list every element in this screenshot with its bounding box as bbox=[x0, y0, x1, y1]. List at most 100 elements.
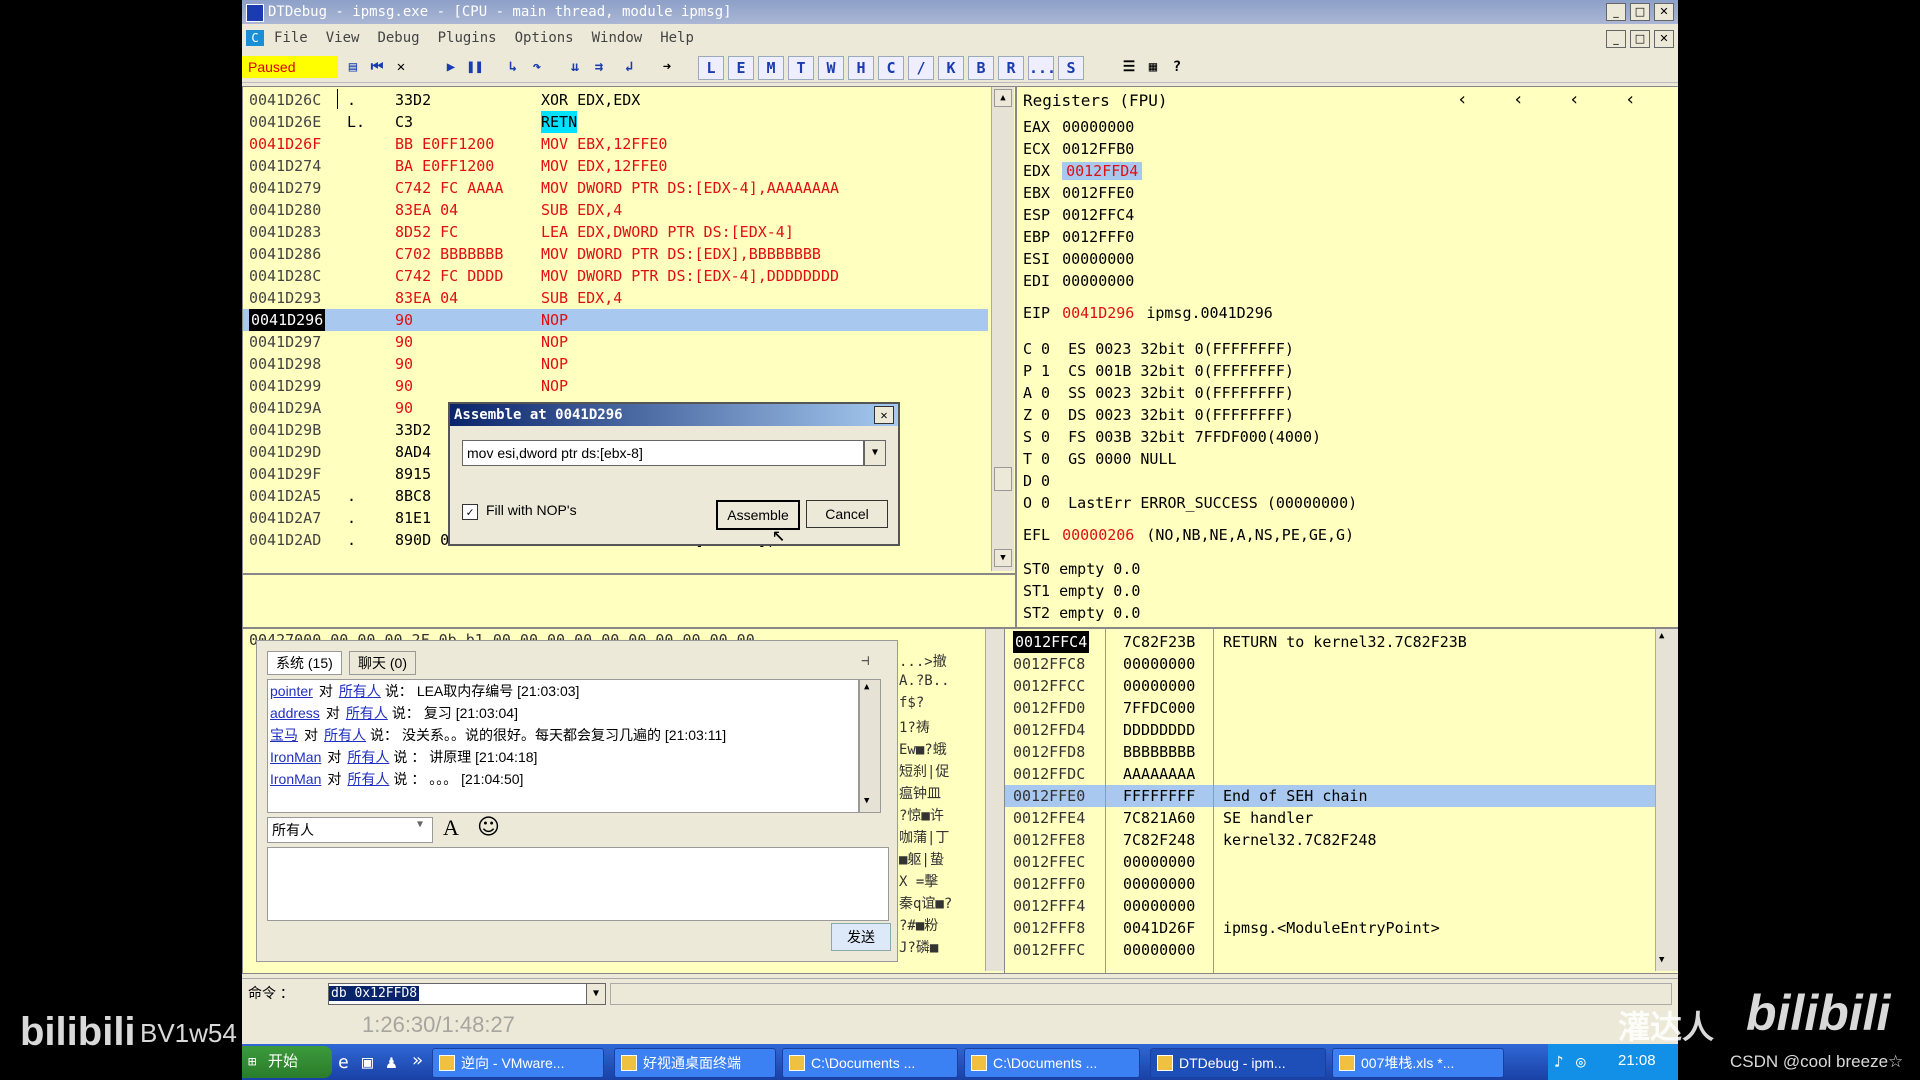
stack-row[interactable]: 0012FFCC 00000000 bbox=[1005, 675, 1655, 697]
chat-scroll-up-icon[interactable]: ▲ bbox=[864, 682, 869, 692]
toolbar-letter-button[interactable]: C bbox=[878, 56, 904, 80]
flag-row[interactable]: P 1 CS 001B 32bit 0(FFFFFFFF) bbox=[1023, 361, 1294, 381]
stack-scroll-up-icon[interactable]: ▲ bbox=[1659, 631, 1664, 641]
stack-row[interactable]: 0012FFD4 DDDDDDDD bbox=[1005, 719, 1655, 741]
chat-sender-link[interactable]: IronMan bbox=[270, 749, 321, 765]
cancel-button[interactable]: Cancel bbox=[806, 500, 888, 528]
flag-row[interactable]: T 0 GS 0000 NULL bbox=[1023, 449, 1177, 469]
flag-row[interactable]: A 0 SS 0023 32bit 0(FFFFFFFF) bbox=[1023, 383, 1294, 403]
menu-item[interactable]: View bbox=[326, 26, 360, 50]
tab-system[interactable]: 系统 (15) bbox=[267, 651, 342, 675]
chat-sender-link[interactable]: 宝马 bbox=[270, 727, 298, 743]
run-icon[interactable]: ▶ bbox=[440, 56, 462, 78]
disassembly-row[interactable]: 0041D298 90 NOP bbox=[243, 353, 988, 375]
disassembly-row[interactable]: 0041D283 8D52 FC LEA EDX,DWORD PTR DS:[EDX… bbox=[243, 221, 988, 243]
toolbar-letter-button[interactable]: H bbox=[848, 56, 874, 80]
close-program-icon[interactable]: ✕ bbox=[390, 56, 412, 78]
fill-nops-checkbox[interactable]: ✓ bbox=[462, 504, 478, 520]
register-row[interactable]: EBX 0012FFE0 bbox=[1023, 183, 1134, 203]
command-dropdown-icon[interactable]: ▼ bbox=[586, 983, 606, 1005]
tab-chat[interactable]: 聊天 (0) bbox=[349, 651, 416, 675]
register-row[interactable]: EBP 0012FFF0 bbox=[1023, 227, 1134, 247]
flag-row[interactable]: S 0 FS 003B 32bit 7FFDF000(4000) bbox=[1023, 427, 1321, 447]
scroll-thumb[interactable] bbox=[994, 467, 1012, 491]
chat-target-link[interactable]: 所有人 bbox=[347, 749, 389, 765]
qq-icon[interactable]: ♟ bbox=[386, 1052, 397, 1073]
disassembly-row[interactable]: 0041D28C C742 FC DDDD MOV DWORD PTR DS:[ED… bbox=[243, 265, 988, 287]
stack-row[interactable]: 0012FFE8 7C82F248 kernel32.7C82F248 bbox=[1005, 829, 1655, 851]
taskbar-button[interactable]: DTDebug - ipm... bbox=[1150, 1048, 1326, 1078]
disassembly-row[interactable]: 0041D299 90 NOP bbox=[243, 375, 988, 397]
trace-into-icon[interactable]: ⇊ bbox=[564, 56, 586, 78]
register-row[interactable]: EDI 00000000 bbox=[1023, 271, 1134, 291]
speaker-icon[interactable]: ♪ bbox=[1554, 1052, 1564, 1071]
registers-pane[interactable]: Registers (FPU) ‹ ‹ ‹ ‹ EAX 00000000 ECX 00… bbox=[1016, 86, 1678, 628]
toolbar-letter-button[interactable]: M bbox=[758, 56, 784, 80]
step-into-icon[interactable]: ↳ bbox=[502, 56, 524, 78]
chat-sender-link[interactable]: address bbox=[270, 705, 320, 721]
chat-target-link[interactable]: 所有人 bbox=[339, 683, 381, 699]
more-icon[interactable]: » bbox=[412, 1050, 423, 1071]
menu-item[interactable]: Help bbox=[660, 26, 694, 50]
child-restore-button[interactable]: □ bbox=[1630, 30, 1650, 48]
menu-item[interactable]: Window bbox=[592, 26, 643, 50]
flag-row[interactable]: D 0 bbox=[1023, 471, 1050, 491]
stack-row[interactable]: 0012FFC8 00000000 bbox=[1005, 653, 1655, 675]
toolbar-letter-button[interactable]: K bbox=[938, 56, 964, 80]
assemble-button[interactable]: Assemble bbox=[716, 500, 800, 530]
register-row[interactable]: ECX 0012FFB0 bbox=[1023, 139, 1134, 159]
pause-icon[interactable]: ❚❚ bbox=[464, 56, 486, 78]
chat-message-input[interactable] bbox=[267, 847, 889, 921]
efl-row[interactable]: EFL 00000206 (NO,NB,NE,A,NS,PE,GE,G) bbox=[1023, 525, 1354, 545]
toolbar-letter-button[interactable]: T bbox=[788, 56, 814, 80]
disassembly-row[interactable]: 0041D293 83EA 04 SUB EDX,4 bbox=[243, 287, 988, 309]
trace-over-icon[interactable]: ⇉ bbox=[588, 56, 610, 78]
fpu-row[interactable]: ST0 empty 0.0 bbox=[1023, 559, 1140, 579]
stack-row[interactable]: 0012FFF4 00000000 bbox=[1005, 895, 1655, 917]
stack-row[interactable]: 0012FFF8 0041D26F ipmsg.<ModuleEntryPoint> bbox=[1005, 917, 1655, 939]
disassembly-row[interactable]: 0041D297 90 NOP bbox=[243, 331, 988, 353]
scroll-down-icon[interactable]: ▼ bbox=[994, 549, 1012, 567]
eip-row[interactable]: EIP 0041D296 ipmsg.0041D296 bbox=[1023, 303, 1273, 323]
toolbar-letter-button[interactable]: W bbox=[818, 56, 844, 80]
scroll-up-icon[interactable]: ▲ bbox=[994, 89, 1012, 107]
minimize-button[interactable]: _ bbox=[1606, 3, 1626, 21]
recipient-dropdown-icon[interactable]: ▼ bbox=[417, 819, 423, 830]
disassembly-row[interactable]: 0041D26F BB E0FF1200 MOV EBX,12FFE0 bbox=[243, 133, 988, 155]
ie-icon[interactable]: e bbox=[338, 1052, 349, 1073]
chat-scroll-down-icon[interactable]: ▼ bbox=[864, 796, 869, 806]
disassembly-row[interactable]: 0041D296 90 NOP bbox=[243, 309, 988, 331]
toolbar-letter-button[interactable]: S bbox=[1058, 56, 1084, 80]
open-icon[interactable]: ▤ bbox=[342, 56, 364, 78]
register-row[interactable]: ESP 0012FFC4 bbox=[1023, 205, 1134, 225]
taskbar-button[interactable]: C:\Documents ... bbox=[782, 1048, 958, 1078]
toolbar-letter-button[interactable]: B bbox=[968, 56, 994, 80]
child-close-button[interactable]: ✕ bbox=[1654, 30, 1674, 48]
disassembly-row[interactable]: 0041D286 C702 BBBBBBB MOV DWORD PTR DS:[ED… bbox=[243, 243, 988, 265]
fpu-row[interactable]: ST2 empty 0.0 bbox=[1023, 603, 1140, 623]
stack-pane[interactable]: 0012FFC4 7C82F23B RETURN to kernel32.7C82F… bbox=[1004, 628, 1678, 974]
command-input[interactable]: db 0x12FFD8 bbox=[328, 983, 590, 1005]
stack-row[interactable]: 0012FFC4 7C82F23B RETURN to kernel32.7C82F… bbox=[1005, 631, 1655, 653]
list-icon[interactable]: ☰ bbox=[1118, 56, 1140, 78]
taskbar-button[interactable]: 007堆栈.xls *... bbox=[1332, 1048, 1504, 1078]
toolbar-letter-button[interactable]: E bbox=[728, 56, 754, 80]
stack-row[interactable]: 0012FFEC 00000000 bbox=[1005, 851, 1655, 873]
stack-row[interactable]: 0012FFD8 BBBBBBBB bbox=[1005, 741, 1655, 763]
pin-icon[interactable]: ⊣ bbox=[861, 653, 869, 669]
fpu-row[interactable]: ST1 empty 0.0 bbox=[1023, 581, 1140, 601]
chat-sender-link[interactable]: IronMan bbox=[270, 771, 321, 787]
stack-scrollbar[interactable]: ▲ ▼ bbox=[1655, 629, 1678, 971]
network-icon[interactable]: ◎ bbox=[1576, 1052, 1586, 1071]
stack-row[interactable]: 0012FFE0 FFFFFFFF End of SEH chain bbox=[1005, 785, 1655, 807]
desktop-icon[interactable]: ▣ bbox=[362, 1052, 373, 1073]
chat-scrollbar[interactable]: ▲ ▼ bbox=[859, 679, 881, 813]
goto-icon[interactable]: ➜ bbox=[656, 56, 678, 78]
toolbar-letter-button[interactable]: R bbox=[998, 56, 1024, 80]
taskbar-button[interactable]: 好视通桌面终端 bbox=[614, 1048, 776, 1078]
disassembly-row[interactable]: 0041D280 83EA 04 SUB EDX,4 bbox=[243, 199, 988, 221]
execute-till-return-icon[interactable]: ↲ bbox=[618, 56, 640, 78]
disassembly-scrollbar[interactable]: ▲ ▼ bbox=[991, 87, 1014, 571]
menu-item[interactable]: Debug bbox=[377, 26, 419, 50]
menu-item[interactable]: File bbox=[274, 26, 308, 50]
